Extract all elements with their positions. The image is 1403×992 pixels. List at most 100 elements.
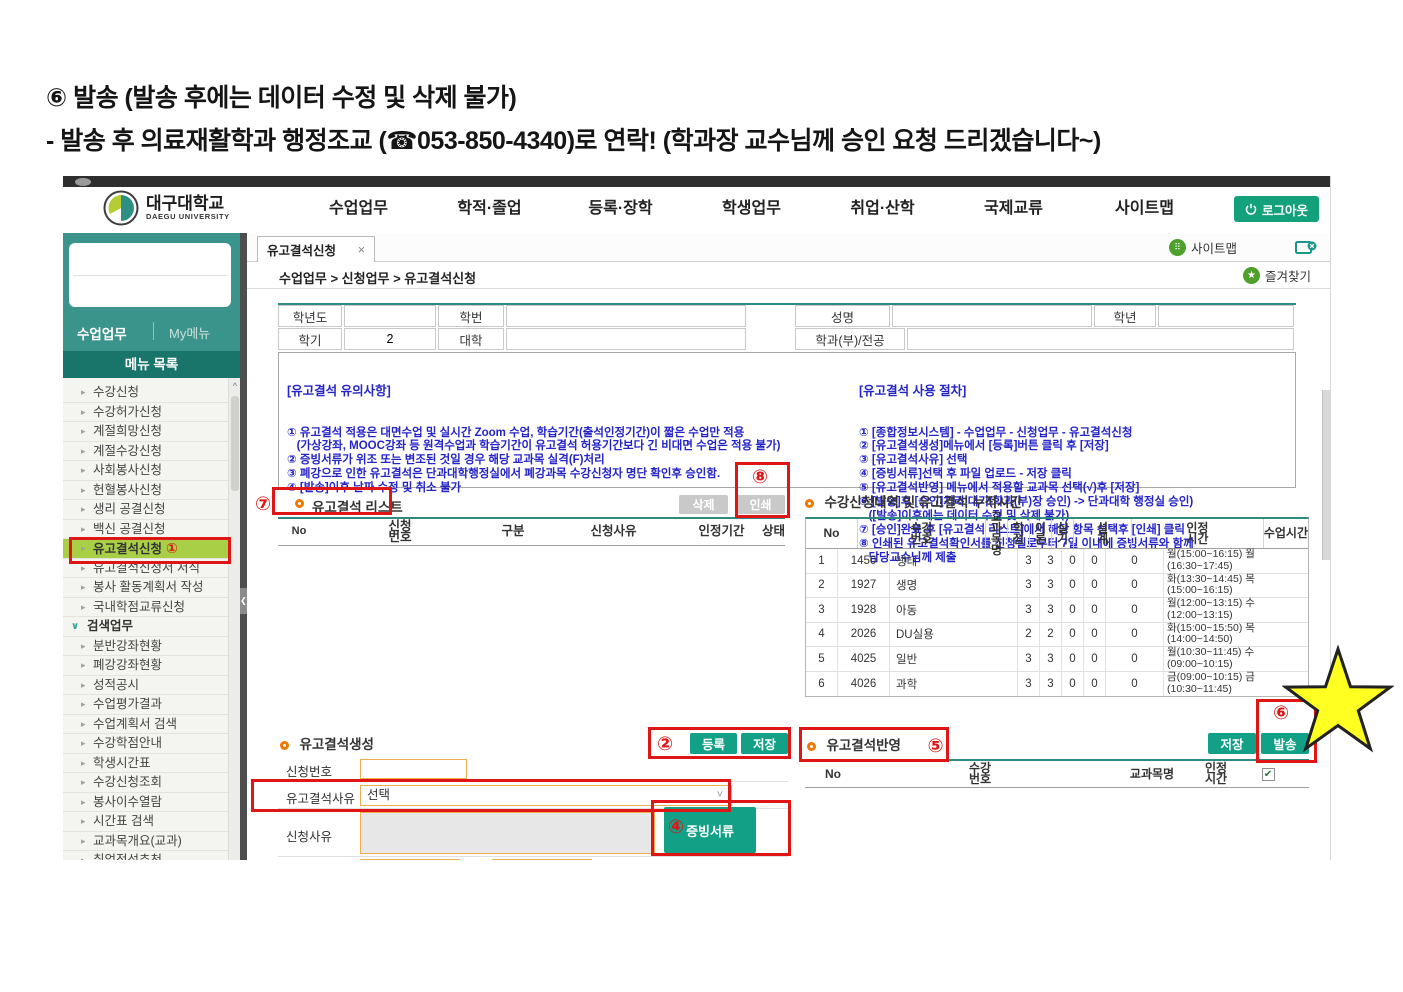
- scrollbar-thumb[interactable]: [231, 396, 239, 491]
- menu-item-label: 수강신청조회: [93, 775, 163, 789]
- print-button[interactable]: 인쇄: [736, 495, 785, 514]
- table-row[interactable]: 4 2026 DU실용 2 2 0 0 0 화(15:00~15:50) 목(1…: [806, 622, 1308, 647]
- cell-lab: 0: [1062, 573, 1084, 597]
- year-field-cell: [344, 305, 436, 327]
- table-row[interactable]: 1 1450 생태 3 3 0 0 0 월(15:00~16:15) 월(16:…: [806, 549, 1308, 574]
- sidebar-tab-lecture[interactable]: 수업업무: [77, 323, 127, 343]
- college-label: 대학: [438, 328, 504, 350]
- table-row[interactable]: 2 1927 생명 3 3 0 0 0 화(13:30~14:45) 목(15:…: [806, 572, 1308, 598]
- arrow-icon: ▸: [81, 387, 86, 397]
- sidebar-menu-item[interactable]: ▸ 봉사이수열람: [63, 793, 228, 812]
- nav-item[interactable]: 등록·장학: [555, 187, 686, 231]
- logout-button[interactable]: 로그아웃: [1233, 196, 1319, 222]
- sidebar-menu-item[interactable]: ▸ 교과목개요(교과): [63, 832, 228, 851]
- sidebar-menu-item[interactable]: ▸ 백신 공결신청: [63, 520, 228, 539]
- column-header: 인정 시간: [1132, 519, 1264, 548]
- delete-button[interactable]: 삭제: [679, 495, 728, 514]
- cell-lab: 0: [1062, 671, 1084, 696]
- cell-class-time: 화(13:30~14:45) 목(15:00~16:15): [1167, 572, 1255, 597]
- menu-scrollbar[interactable]: ^: [228, 378, 240, 860]
- sidebar-item-absence-apply[interactable]: ▸ 유고결석신청 ①: [63, 539, 228, 559]
- sidebar-menu-item[interactable]: ▸ 생리 공결신청: [63, 500, 228, 520]
- sidebar-group-search[interactable]: ∨ 검색업무: [63, 617, 228, 637]
- nav-item[interactable]: 학적·졸업: [424, 187, 555, 231]
- column-header: 수강 번호: [858, 519, 986, 548]
- sidebar-menu-item[interactable]: ▸ 계절희망신청: [63, 422, 228, 442]
- sidebar-menu-item[interactable]: ▸ 계절수강신청: [63, 442, 228, 461]
- check-all-checkbox[interactable]: ✔: [1261, 767, 1275, 781]
- reason-type-label: 유고결석사유: [286, 792, 356, 806]
- sidebar-content-divider: [240, 233, 247, 860]
- college-field-cell: [506, 328, 746, 350]
- menu-item-label: 취업적성추천: [93, 853, 163, 860]
- college-input[interactable]: [512, 331, 740, 347]
- sidebar-menu-item[interactable]: ▸ 수강허가신청: [63, 403, 228, 422]
- cell-credit: 3: [1018, 647, 1040, 671]
- apply-save-button[interactable]: 저장: [1208, 733, 1256, 754]
- app-no-input[interactable]: [360, 759, 467, 779]
- form-spacer: [748, 328, 793, 350]
- nav-item[interactable]: 사이트맵: [1079, 187, 1210, 231]
- year-input[interactable]: [347, 308, 433, 324]
- sidebar-menu-item[interactable]: ▸ 수강학점안내: [63, 734, 228, 754]
- sidebar-menu-item[interactable]: ▸ 폐강강좌현황: [63, 656, 228, 676]
- period-end-input[interactable]: [492, 859, 592, 860]
- annotation-circle-2: ②: [657, 733, 674, 755]
- cell-design: 0: [1084, 573, 1106, 597]
- table-row[interactable]: 5 4025 일반 3 3 0 0 0 월(10:30~11:45) 수(09:…: [806, 647, 1308, 672]
- cell-no: 4: [806, 622, 838, 646]
- sidebar-menu-item[interactable]: ▸ 분반강좌현황: [63, 637, 228, 656]
- cell-no: 5: [806, 647, 838, 671]
- period-start-input[interactable]: [360, 859, 460, 860]
- sidebar-menu-item[interactable]: ▸ 국내학점교류신청: [63, 598, 228, 617]
- sidebar-menu-item[interactable]: ▸ 취업적성추천: [63, 851, 228, 860]
- grade-input[interactable]: [1162, 308, 1290, 324]
- menu-item-label: 유고결석신청서 서식: [93, 560, 200, 575]
- tab-close-icon[interactable]: ×: [358, 243, 365, 257]
- column-header: No: [291, 525, 307, 538]
- tab-absence-apply[interactable]: 유고결석신청 ×: [257, 236, 375, 262]
- student-id-input[interactable]: [512, 308, 740, 324]
- reason-type-value: 선택: [367, 788, 391, 802]
- cell-no: 3: [806, 598, 838, 622]
- nav-item[interactable]: 국제교류: [948, 187, 1079, 231]
- sidebar-menu-item[interactable]: ▸ 시간표 검색: [63, 812, 228, 832]
- nav-item[interactable]: 학생업무: [686, 187, 817, 231]
- table-row[interactable]: 3 1928 아동 3 3 0 0 0 월(12:00~13:15) 수(12:…: [806, 598, 1308, 623]
- send-button[interactable]: 발송: [1261, 733, 1309, 754]
- form-row-1: 학년도 학번 성명 학년: [278, 305, 1296, 327]
- window-scrollbar[interactable]: [1322, 390, 1330, 560]
- name-input[interactable]: [897, 308, 1087, 324]
- enrollment-table: No 수강 번호 교과목명 학 점이 론실 기설 계 인정 시간 수업시간 1 1450 …: [805, 511, 1309, 697]
- table-row[interactable]: 6 4026 과학 3 3 0 0 0 금(09:00~10:15) 금(10:…: [806, 671, 1308, 696]
- sidebar-menu-item[interactable]: ▸ 유고결석신청서 서식: [63, 559, 228, 578]
- sidebar-tab-mymenu[interactable]: My메뉴: [169, 323, 210, 342]
- sidebar-menu-item[interactable]: ▸ 수강신청: [63, 383, 228, 403]
- major-field-cell: [907, 328, 1294, 350]
- favorite-link[interactable]: ★ 즐겨찾기: [1242, 266, 1311, 285]
- cell-course-code: 4025: [838, 647, 890, 671]
- sidebar-menu-item[interactable]: ▸ 수업평가결과: [63, 695, 228, 715]
- annotation-circle-8: ⑧: [752, 466, 769, 488]
- semester-input[interactable]: [347, 331, 433, 347]
- create-save-button[interactable]: 저장: [741, 733, 788, 754]
- major-input[interactable]: [917, 331, 1284, 347]
- sitemap-link[interactable]: ⠿ 사이트맵: [1168, 238, 1237, 257]
- nav-item[interactable]: 수업업무: [293, 187, 424, 231]
- sidebar-menu-item[interactable]: ▸ 수업계획서 검색: [63, 715, 228, 734]
- reason-type-select[interactable]: 선택 ˅: [360, 785, 732, 806]
- popup-window-icon[interactable]: [1295, 240, 1317, 255]
- cell-credit: 3: [1018, 573, 1040, 597]
- reason-textarea[interactable]: [360, 812, 655, 854]
- menu-item-label: 봉사이수열람: [93, 794, 163, 809]
- sidebar-menu-item[interactable]: ▸ 학생시간표: [63, 754, 228, 773]
- register-button[interactable]: 등록: [690, 733, 737, 754]
- sidebar-collapse-handle[interactable]: ❮: [240, 588, 247, 614]
- arrow-icon: ▸: [81, 582, 86, 592]
- sidebar-menu-item[interactable]: ▸ 수강신청조회: [63, 773, 228, 793]
- sidebar-menu-item[interactable]: ▸ 헌혈봉사신청: [63, 481, 228, 500]
- nav-item[interactable]: 취업·산학: [817, 187, 948, 231]
- sidebar-menu-item[interactable]: ▸ 성적공시: [63, 676, 228, 695]
- sidebar-menu-item[interactable]: ▸ 봉사 활동계획서 작성: [63, 578, 228, 598]
- sidebar-menu-item[interactable]: ▸ 사회봉사신청: [63, 461, 228, 481]
